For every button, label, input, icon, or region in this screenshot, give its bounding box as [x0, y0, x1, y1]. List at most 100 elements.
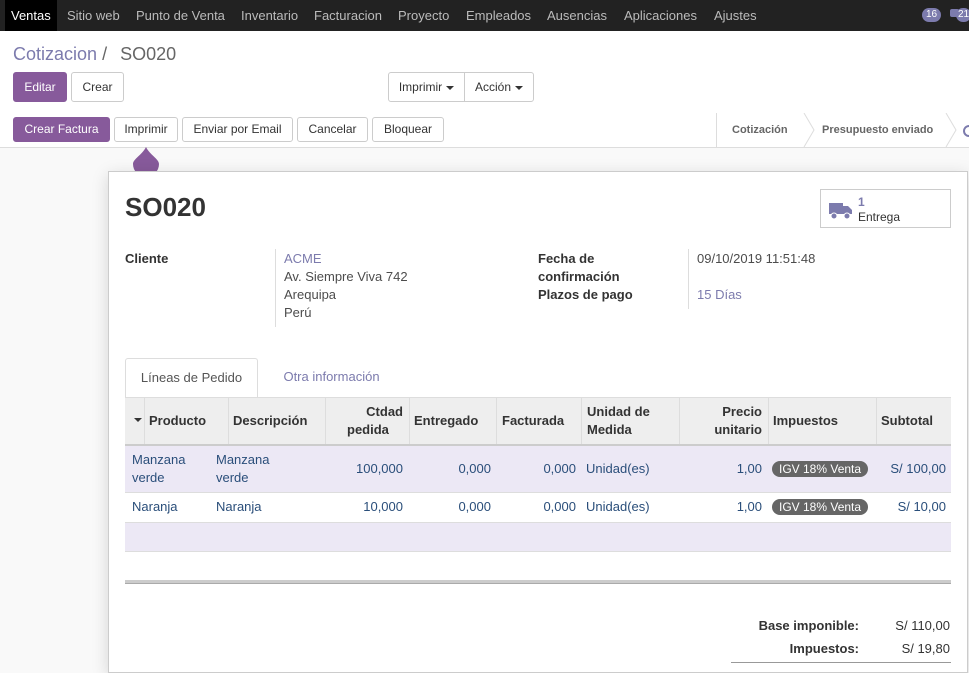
- column-product[interactable]: Producto: [149, 412, 206, 430]
- menu-ventas[interactable]: Ventas: [5, 0, 57, 31]
- column-divider: [409, 398, 410, 444]
- column-divider: [496, 398, 497, 444]
- column-divider: [876, 398, 877, 444]
- customer-country: Perú: [284, 305, 312, 320]
- cell-product-line1: Manzana: [132, 452, 186, 467]
- column-divider: [144, 398, 145, 444]
- cell-delivered: 0,000: [458, 461, 491, 476]
- cell-subtotal: S/ 100,00: [890, 461, 946, 476]
- menu-ausencias[interactable]: Ausencias: [541, 0, 613, 31]
- cell-product-line2: verde: [132, 470, 165, 485]
- column-qty-line1: Ctdad: [366, 404, 403, 419]
- column-delivered[interactable]: Entregado: [414, 412, 478, 430]
- menu-inventario[interactable]: Inventario: [235, 0, 304, 31]
- customer-label: Cliente: [125, 251, 169, 266]
- cell-price: 1,00: [736, 461, 762, 476]
- untaxed-amount-label: Base imponible:: [758, 618, 859, 633]
- field-divider: [275, 249, 276, 327]
- cell-description-line2: verde: [216, 470, 249, 485]
- cancel-button[interactable]: Cancelar: [297, 117, 368, 142]
- stage-arrow-icon: [803, 113, 815, 147]
- column-divider: [325, 398, 326, 444]
- column-qty-ordered[interactable]: Ctdad pedida: [330, 403, 403, 439]
- cell-price: 1,00: [736, 499, 762, 514]
- column-taxes[interactable]: Impuestos: [773, 412, 838, 430]
- untaxed-amount-value: S/ 110,00: [895, 618, 950, 633]
- activity-count-badge[interactable]: 16: [922, 8, 942, 22]
- confirmation-date-value: 09/10/2019 11:51:48: [697, 251, 816, 266]
- stage-divider: [716, 113, 717, 147]
- column-uom[interactable]: Unidad de Medida: [587, 403, 650, 439]
- caret-down-icon: [446, 85, 455, 90]
- action-dropdown-label: Acción: [474, 80, 512, 94]
- cell-product: Manzana verde: [132, 451, 185, 487]
- add-line-row[interactable]: [125, 523, 951, 552]
- send-email-button[interactable]: Enviar por Email: [182, 117, 293, 142]
- record-title: SO020: [125, 192, 206, 222]
- tab-other-info[interactable]: Otra información: [266, 358, 397, 398]
- payment-terms-link[interactable]: 15 Días: [697, 286, 742, 304]
- column-unit-price[interactable]: Precio unitario: [685, 403, 762, 439]
- tab-order-lines[interactable]: Líneas de Pedido: [125, 358, 258, 398]
- breadcrumb-separator: /: [102, 44, 108, 64]
- delivery-smart-button[interactable]: 1 Entrega: [820, 189, 951, 228]
- column-uom-line2: Medida: [587, 422, 632, 437]
- print-dropdown[interactable]: Imprimir: [388, 72, 465, 102]
- cell-uom: Unidad(es): [586, 499, 650, 514]
- tax-badge: IGV 18% Venta: [772, 499, 869, 515]
- menu-facturacion[interactable]: Facturacion: [308, 0, 388, 31]
- column-divider: [679, 398, 680, 444]
- column-description[interactable]: Descripción: [233, 412, 307, 430]
- tax-amount-label: Impuestos:: [789, 641, 859, 656]
- stage-quotation[interactable]: Cotización: [732, 113, 788, 147]
- column-qty-line2: pedida: [347, 422, 389, 437]
- statusbar: Crear Factura Imprimir Enviar por Email …: [0, 113, 969, 148]
- print-dropdown-label: Imprimir: [398, 80, 443, 94]
- column-subtotal[interactable]: Subtotal: [881, 412, 933, 430]
- breadcrumb-parent-link[interactable]: Cotizacion: [13, 44, 97, 64]
- column-invoiced[interactable]: Facturada: [502, 412, 564, 430]
- lock-button[interactable]: Bloquear: [372, 117, 444, 142]
- breadcrumb-current: SO020: [120, 44, 177, 64]
- message-count-badge[interactable]: 21: [956, 8, 969, 22]
- delivery-count: 1: [858, 195, 865, 209]
- cell-invoiced: 0,000: [543, 461, 576, 476]
- menu-punto-de-venta[interactable]: Punto de Venta: [130, 0, 231, 31]
- cell-product: Naranja: [132, 499, 178, 514]
- table-row[interactable]: Naranja Naranja 10,000 0,000 0,000 Unida…: [125, 493, 951, 523]
- stage-arrow-icon: [945, 113, 957, 147]
- stage-quotation-sent[interactable]: Presupuesto enviado: [822, 113, 933, 147]
- cell-qty: 100,000: [356, 461, 403, 476]
- top-navbar: Ventas Sitio web Punto de Venta Inventar…: [0, 0, 969, 31]
- column-divider: [768, 398, 769, 444]
- customer-city: Arequipa: [284, 287, 337, 302]
- stage-next-partial-icon: [963, 125, 969, 137]
- cell-description-line1: Manzana: [216, 452, 270, 467]
- menu-ajustes[interactable]: Ajustes: [708, 0, 763, 31]
- control-panel: Cotizacion / SO020 Editar Crear Imprimir…: [0, 31, 969, 114]
- breadcrumb: Cotizacion / SO020: [13, 44, 176, 65]
- table-row[interactable]: Manzana verde Manzana verde 100,000 0,00…: [125, 446, 951, 493]
- edit-button[interactable]: Editar: [13, 72, 67, 102]
- column-price-line2: unitario: [714, 422, 762, 437]
- tax-badge-label: IGV 18% Venta: [779, 500, 862, 514]
- action-dropdown[interactable]: Acción: [464, 72, 534, 102]
- form-sheet: SO020 1 Entrega Cliente ACME Av. Siempre…: [108, 171, 968, 673]
- sort-caret-icon[interactable]: [134, 418, 142, 422]
- table-header: Producto Descripción Ctdad pedida Entreg…: [125, 398, 951, 446]
- cell-invoiced: 0,000: [543, 499, 576, 514]
- menu-sitio-web[interactable]: Sitio web: [61, 0, 126, 31]
- customer-name-link[interactable]: ACME: [284, 250, 322, 268]
- menu-proyecto[interactable]: Proyecto: [392, 0, 455, 31]
- column-price-line1: Precio: [722, 404, 762, 419]
- menu-aplicaciones[interactable]: Aplicaciones: [618, 0, 703, 31]
- field-divider: [688, 249, 689, 309]
- column-uom-line1: Unidad de: [587, 404, 650, 419]
- caret-down-icon: [515, 85, 524, 90]
- create-invoice-button[interactable]: Crear Factura: [13, 117, 110, 142]
- cell-uom: Unidad(es): [586, 461, 650, 476]
- menu-empleados[interactable]: Empleados: [460, 0, 537, 31]
- cell-delivered: 0,000: [458, 499, 491, 514]
- create-button[interactable]: Crear: [71, 72, 124, 102]
- print-button[interactable]: Imprimir: [114, 117, 178, 142]
